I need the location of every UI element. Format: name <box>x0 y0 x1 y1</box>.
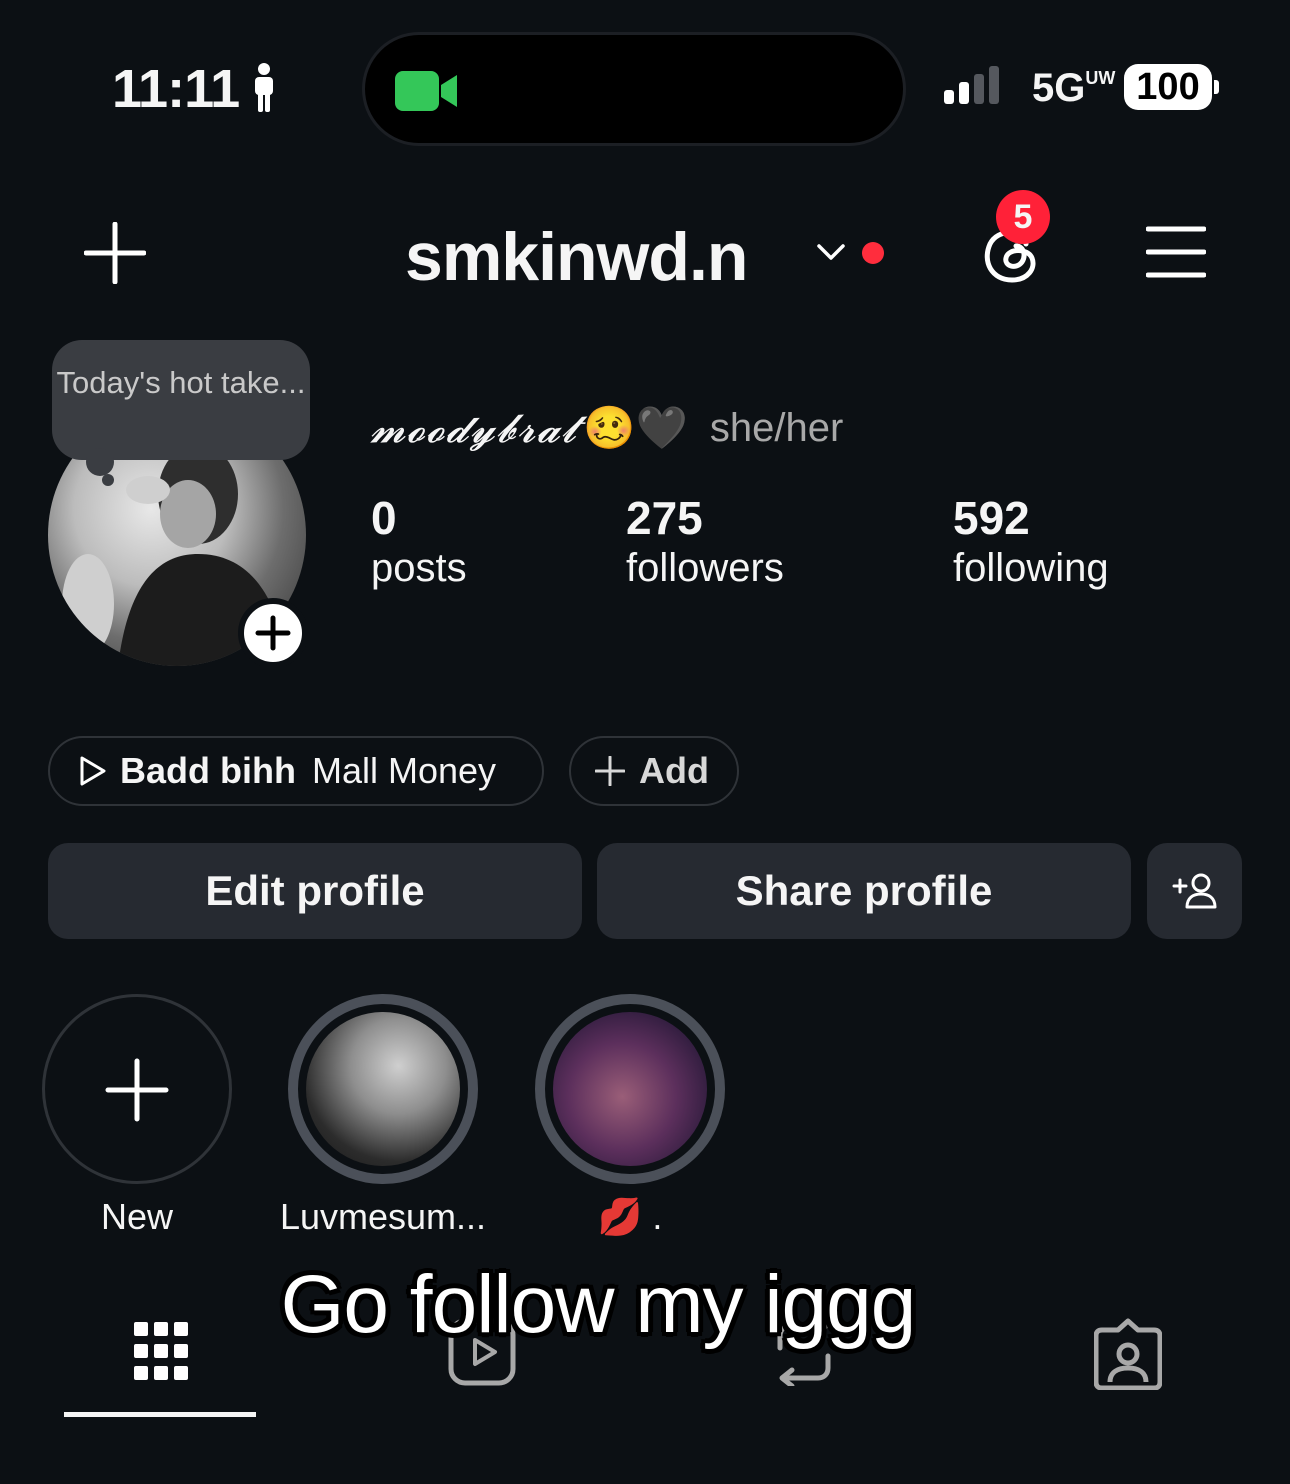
highlight-cover <box>553 1012 707 1166</box>
highlight-label: New <box>100 1196 174 1237</box>
highlight-cover <box>306 1012 460 1166</box>
highlight-new[interactable] <box>42 994 232 1184</box>
plus-icon <box>255 615 291 651</box>
highlight-label: Luvmesum... <box>279 1196 487 1237</box>
edit-profile-button[interactable]: Edit profile <box>48 843 582 939</box>
profile-music-pill[interactable]: Badd bihh Mall Money <box>48 736 544 806</box>
note-tail <box>86 448 114 476</box>
battery-tip <box>1214 80 1219 94</box>
network-label: 5GUW <box>1032 66 1116 110</box>
caption-overlay: Go follow my iggg <box>280 1259 917 1350</box>
add-link-pill[interactable]: Add <box>569 736 739 806</box>
name-row: 𝓶𝓸𝓸𝓭𝔂𝓫𝓻𝓪𝓽 🥴🖤 she/her <box>370 404 843 453</box>
dynamic-island[interactable] <box>362 32 906 146</box>
account-switcher-username[interactable]: smkinwd.n <box>405 218 748 296</box>
display-name: 𝓶𝓸𝓸𝓭𝔂𝓫𝓻𝓪𝓽 <box>370 405 578 452</box>
add-person-icon <box>1172 873 1216 909</box>
play-icon <box>80 756 106 786</box>
highlight-label: 💋 . <box>597 1196 663 1237</box>
followers-stat[interactable]: 275 followers <box>626 492 784 592</box>
note-tail-small <box>102 474 114 486</box>
highlight-story[interactable] <box>535 994 725 1184</box>
posts-label: posts <box>371 546 467 590</box>
add-label: Add <box>639 750 709 791</box>
signal-icon <box>944 66 999 104</box>
plus-icon <box>595 756 625 786</box>
create-plus-icon[interactable] <box>84 222 146 284</box>
notification-badge: 5 <box>996 190 1050 244</box>
share-profile-button[interactable]: Share profile <box>597 843 1131 939</box>
pronouns: she/her <box>709 406 844 450</box>
discover-people-button[interactable] <box>1147 843 1242 939</box>
status-time: 11:11 <box>112 59 240 119</box>
display-emoji: 🥴🖤 <box>583 404 688 451</box>
highlight-story[interactable] <box>288 994 478 1184</box>
following-count: 592 <box>953 492 1030 544</box>
following-label: following <box>953 546 1109 590</box>
person-icon <box>255 63 273 112</box>
facetime-video-icon <box>395 71 457 111</box>
unread-dot <box>862 242 884 264</box>
posts-stat[interactable]: 0 posts <box>371 492 467 592</box>
chevron-down-icon[interactable] <box>816 242 846 262</box>
followers-label: followers <box>626 546 784 590</box>
posts-count: 0 <box>371 492 397 544</box>
active-tab-indicator <box>64 1412 256 1417</box>
following-stat[interactable]: 592 following <box>953 492 1109 592</box>
battery-icon: 100 <box>1124 64 1212 110</box>
music-track: Badd bihh <box>120 750 296 791</box>
music-artist: Mall Money <box>311 750 497 791</box>
plus-icon <box>105 1058 169 1122</box>
add-story-button[interactable] <box>238 598 308 668</box>
followers-count: 275 <box>626 492 703 544</box>
menu-icon[interactable] <box>1146 226 1206 278</box>
note-bubble[interactable]: Today's hot take... <box>52 340 310 460</box>
